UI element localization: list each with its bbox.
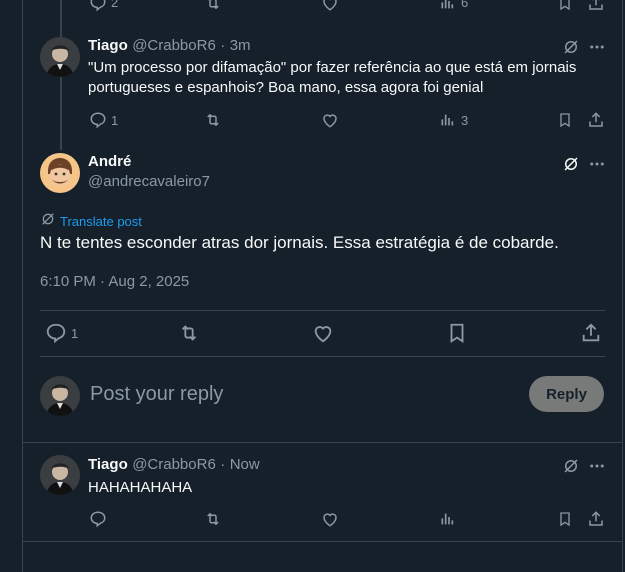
bookmark-icon[interactable] — [557, 0, 573, 12]
tweet-text-line: portugueses e espanhois? Boa mano, essa … — [88, 79, 484, 96]
translate-post-link[interactable]: Translate post — [40, 211, 142, 232]
grok-icon[interactable] — [562, 38, 580, 56]
reply-icon[interactable] — [89, 510, 107, 528]
like-icon[interactable] — [321, 510, 339, 528]
grok-icon[interactable] — [562, 155, 580, 173]
reply-icon[interactable] — [89, 111, 107, 129]
avatar — [40, 376, 80, 416]
reply-count: 1 — [111, 113, 119, 128]
tweet-text: HAHAHAHAHA — [88, 479, 193, 496]
views-icon[interactable] — [439, 0, 455, 12]
translate-label[interactable]: Translate post — [60, 214, 142, 229]
avatar[interactable] — [40, 37, 80, 77]
post-timestamp[interactable]: 6:10 PM · Aug 2, 2025 — [40, 273, 189, 290]
dot-separator: · — [220, 456, 226, 473]
dot-separator: · — [220, 37, 226, 54]
more-icon[interactable] — [588, 155, 606, 173]
author-name[interactable]: Tiago — [88, 37, 128, 54]
like-icon[interactable] — [321, 0, 339, 12]
translate-icon — [40, 211, 56, 232]
timeline-column: 2 6 Tiago @CrabboR6 · 3m "Um processo po… — [22, 0, 623, 572]
grok-icon[interactable] — [562, 457, 580, 475]
divider — [40, 310, 605, 311]
retweet-icon[interactable] — [203, 510, 223, 528]
share-icon[interactable] — [587, 0, 605, 12]
views-count: 6 — [461, 0, 469, 10]
author-handle[interactable]: @CrabboR6 — [132, 456, 216, 473]
reply-count: 1 — [71, 326, 79, 341]
post-text: N te tentes esconder atras dor jornais. … — [40, 233, 559, 252]
author-handle[interactable]: @CrabboR6 — [132, 37, 216, 54]
more-icon[interactable] — [588, 457, 606, 475]
divider — [23, 541, 622, 542]
more-icon[interactable] — [588, 38, 606, 56]
divider — [40, 356, 605, 357]
post-time[interactable]: 3m — [230, 37, 251, 54]
reply-icon[interactable] — [45, 322, 67, 344]
reply-count: 2 — [111, 0, 119, 10]
bookmark-icon[interactable] — [446, 322, 468, 344]
share-icon[interactable] — [587, 510, 605, 528]
divider — [23, 442, 622, 443]
views-icon[interactable] — [439, 111, 455, 129]
share-icon[interactable] — [580, 322, 602, 344]
retweet-icon[interactable] — [203, 0, 223, 12]
bookmark-icon[interactable] — [557, 510, 573, 528]
reply-input[interactable]: Post your reply — [90, 383, 223, 406]
views-count: 3 — [461, 113, 469, 128]
like-icon[interactable] — [321, 111, 339, 129]
tweet-text-line: "Um processo por difamação" por fazer re… — [88, 59, 577, 76]
post-time[interactable]: Now — [230, 456, 260, 473]
author-handle[interactable]: @andrecavaleiro7 — [88, 173, 210, 190]
like-icon[interactable] — [312, 322, 334, 344]
retweet-icon[interactable] — [177, 322, 201, 344]
avatar[interactable] — [40, 455, 80, 495]
avatar[interactable] — [40, 153, 80, 193]
reply-button[interactable]: Reply — [529, 376, 604, 412]
author-name[interactable]: André — [88, 153, 131, 170]
bookmark-icon[interactable] — [557, 111, 573, 129]
author-name[interactable]: Tiago — [88, 456, 128, 473]
retweet-icon[interactable] — [203, 111, 223, 129]
share-icon[interactable] — [587, 111, 605, 129]
views-icon[interactable] — [439, 510, 455, 528]
reply-icon[interactable] — [89, 0, 107, 12]
